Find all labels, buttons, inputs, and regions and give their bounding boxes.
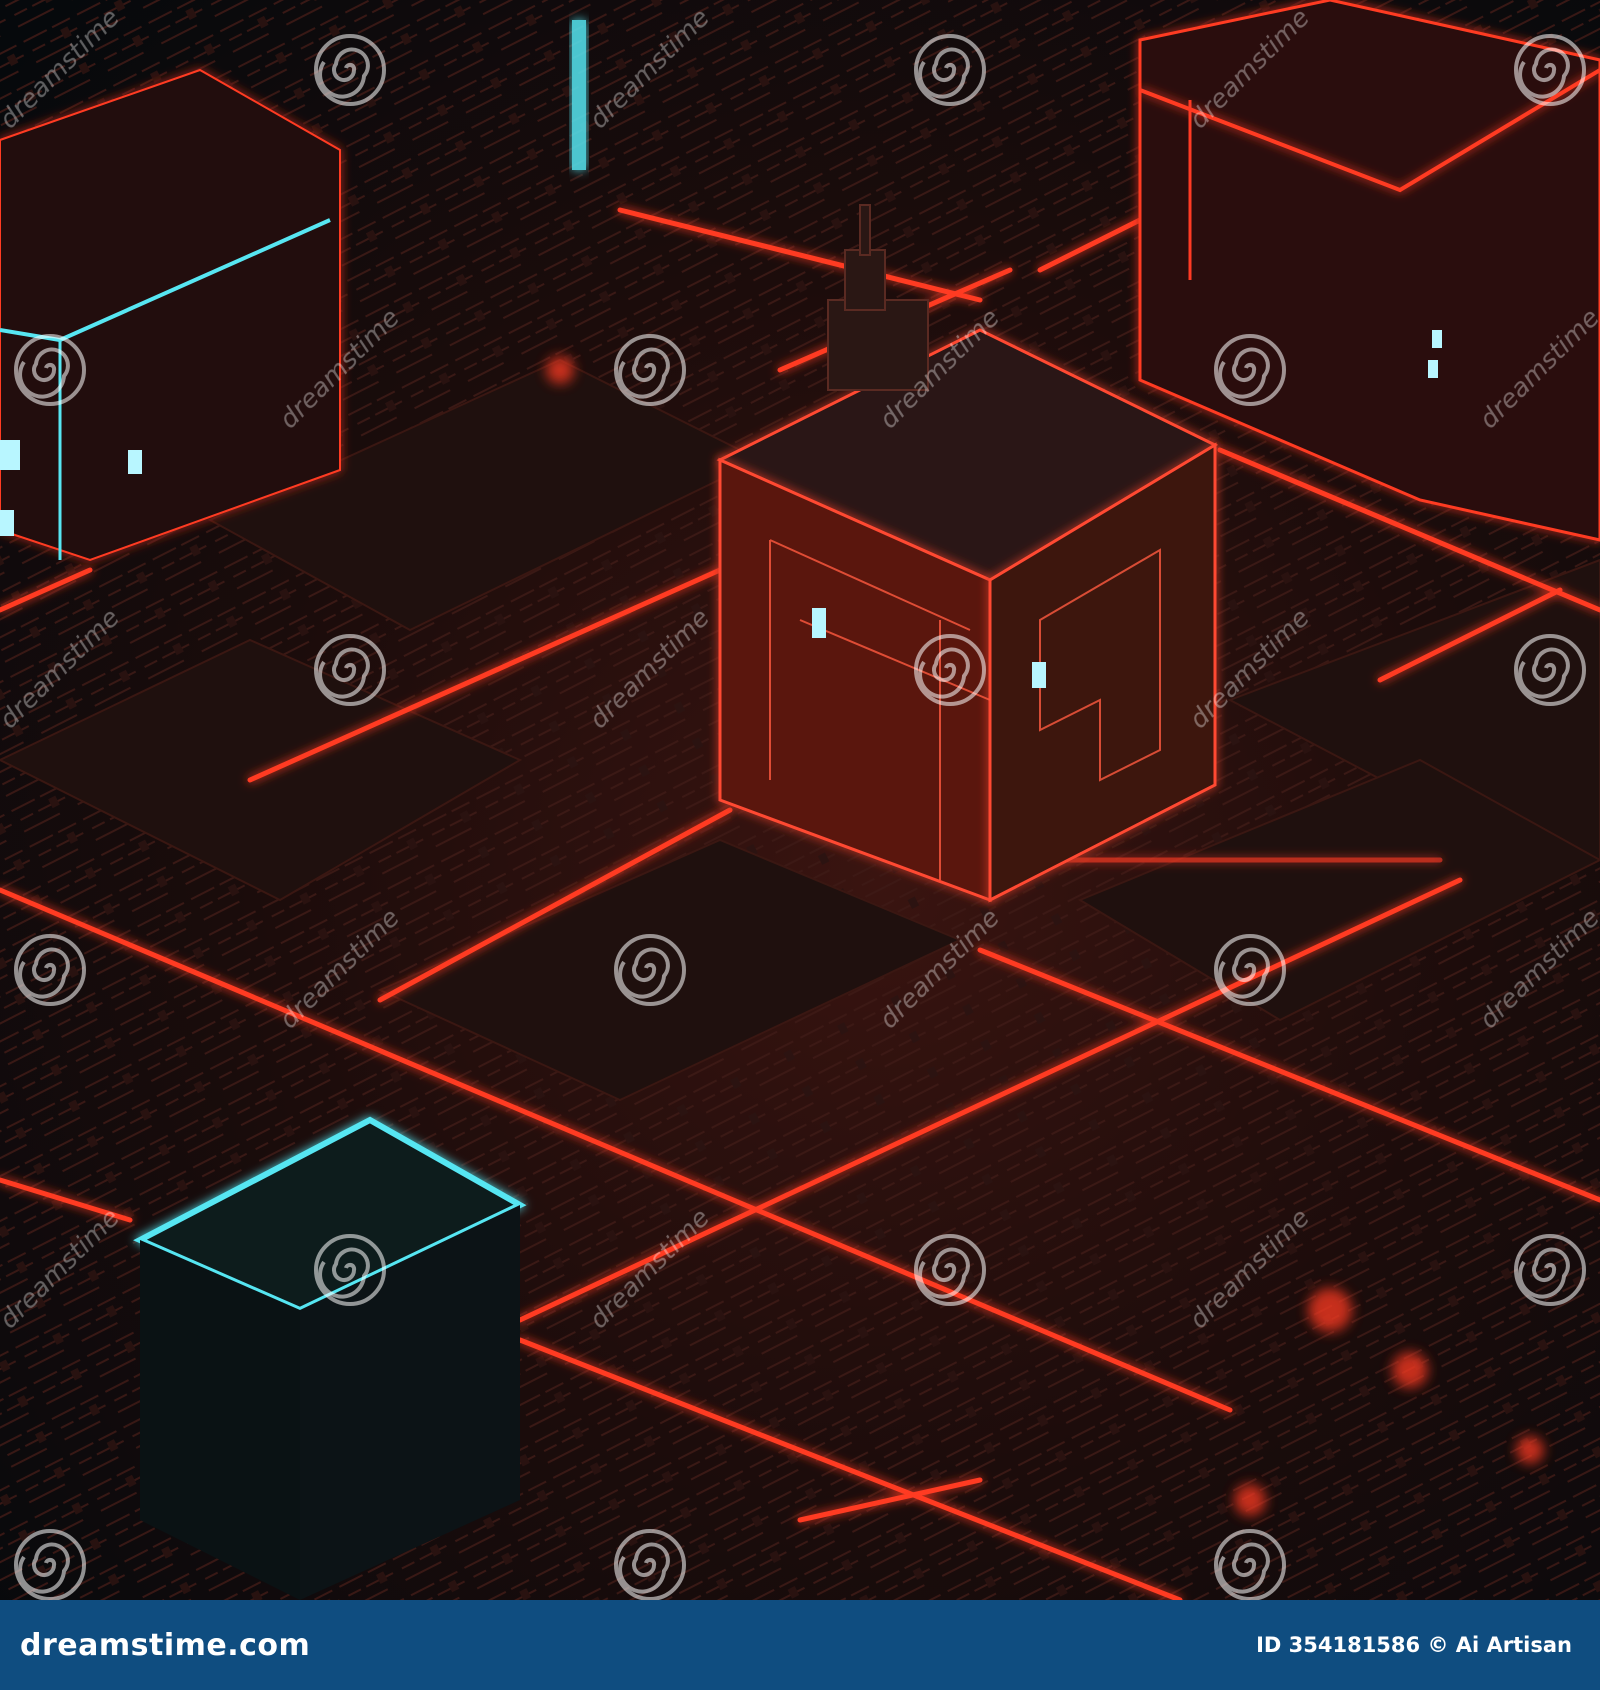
stock-photo-footer: dreamstime.com ID 354181586 © Ai Artisan bbox=[0, 1600, 1600, 1690]
dreamstime-site-link[interactable]: dreamstime.com bbox=[20, 1628, 310, 1663]
top-cyan-light bbox=[572, 20, 586, 170]
stock-photo: dreamstime dreamstime dreamstime dreamst… bbox=[0, 0, 1600, 1600]
cube-window-left bbox=[812, 608, 826, 638]
left-neon-building bbox=[0, 68, 341, 562]
cube-window-right bbox=[1032, 662, 1046, 688]
image-credit: ID 354181586 © Ai Artisan bbox=[1256, 1633, 1572, 1657]
